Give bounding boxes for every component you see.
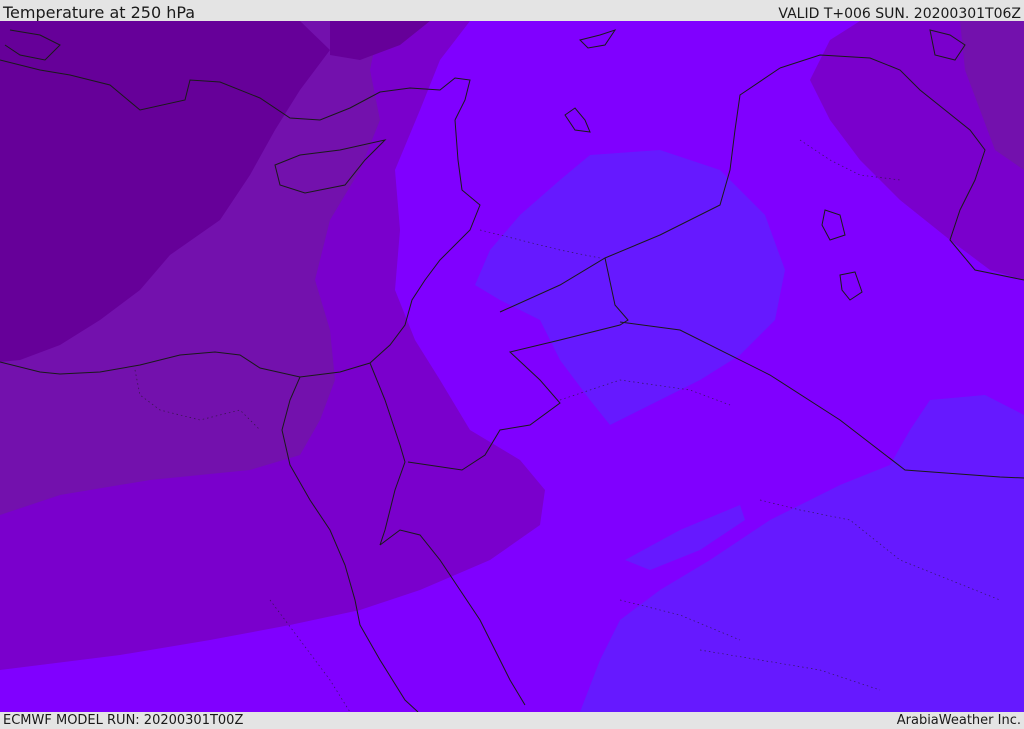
temperature-map[interactable]: [0, 21, 1024, 712]
map-title: Temperature at 250 hPa: [3, 3, 196, 22]
credit-label: ArabiaWeather Inc.: [896, 713, 1021, 728]
footer-bar: ECMWF MODEL RUN: 20200301T00Z ArabiaWeat…: [0, 712, 1024, 729]
map-canvas: [0, 21, 1024, 712]
valid-time-label: VALID T+006 SUN. 20200301T06Z: [778, 6, 1021, 22]
header-bar: Temperature at 250 hPa VALID T+006 SUN. …: [0, 0, 1024, 22]
model-run-label: ECMWF MODEL RUN: 20200301T00Z: [3, 713, 244, 728]
